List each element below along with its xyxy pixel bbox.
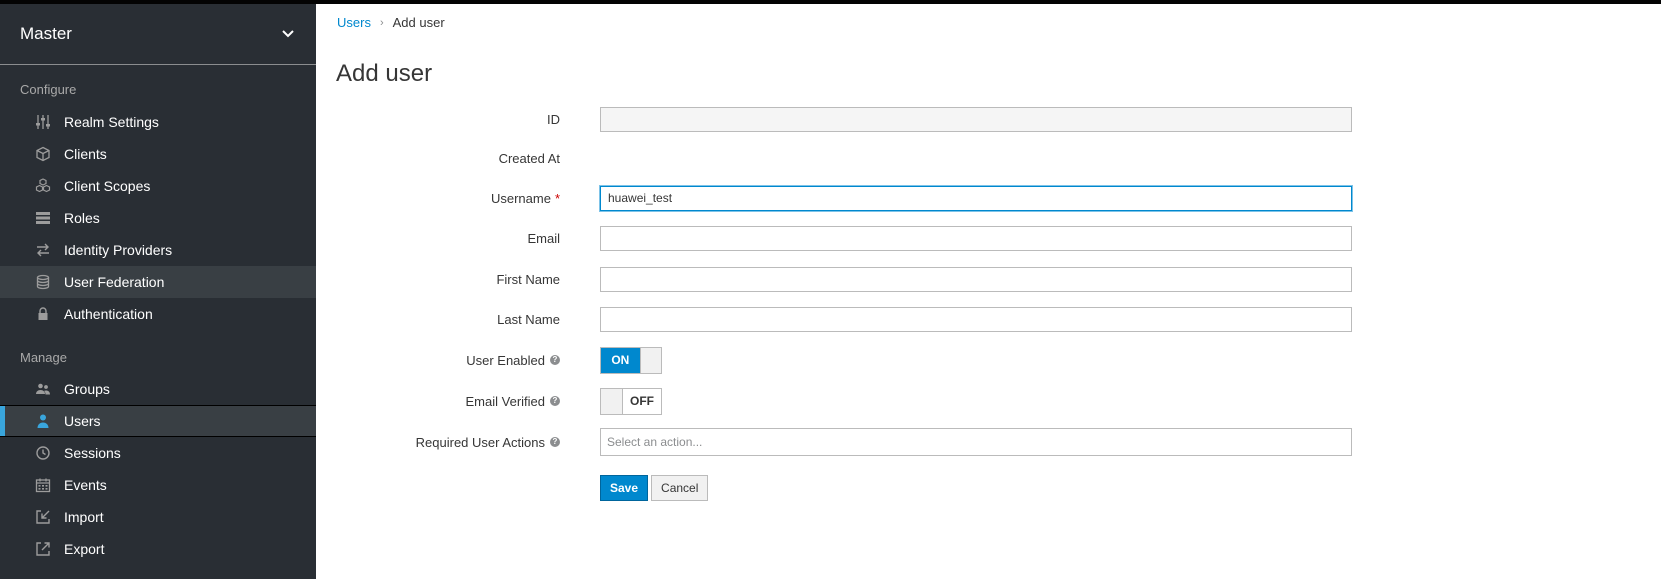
breadcrumb: Users › Add user bbox=[337, 15, 445, 30]
sidebar-item-label: Identity Providers bbox=[64, 242, 173, 258]
required-actions-select[interactable]: Select an action... bbox=[600, 428, 1352, 456]
row-required-actions: Required User Actions? Select an action.… bbox=[316, 427, 1661, 457]
user-enabled-label-text: User Enabled bbox=[466, 352, 545, 368]
id-label: ID bbox=[316, 112, 560, 127]
first-name-label-text: First Name bbox=[496, 271, 560, 287]
list-icon bbox=[34, 210, 52, 226]
database-icon bbox=[34, 274, 52, 290]
chevron-down-icon bbox=[280, 26, 296, 42]
required-asterisk: * bbox=[554, 190, 560, 206]
help-icon[interactable]: ? bbox=[550, 437, 560, 447]
cube-icon bbox=[34, 146, 52, 162]
select-placeholder: Select an action... bbox=[607, 435, 703, 449]
email-label-text: Email bbox=[527, 230, 560, 246]
toggle-on-label: ON bbox=[601, 347, 640, 373]
sidebar-item-label: Import bbox=[64, 509, 104, 525]
created-at-label-text: Created At bbox=[498, 150, 560, 166]
cancel-button[interactable]: Cancel bbox=[651, 475, 709, 501]
sidebar-item-label: User Federation bbox=[64, 274, 165, 290]
sidebar-item-label: Client Scopes bbox=[64, 178, 151, 194]
import-icon bbox=[34, 509, 52, 525]
email-input[interactable] bbox=[600, 225, 1352, 251]
sidebar-item-groups[interactable]: Groups bbox=[0, 373, 316, 405]
sidebar-item-realm-settings[interactable]: Realm Settings bbox=[0, 106, 316, 138]
sidebar-item-user-federation[interactable]: User Federation bbox=[0, 266, 316, 298]
export-icon bbox=[34, 541, 52, 557]
sidebar-item-users[interactable]: Users bbox=[0, 405, 316, 437]
breadcrumb-separator-icon: › bbox=[379, 16, 384, 29]
sidebar-item-label: Users bbox=[64, 413, 101, 429]
sidebar-item-label: Clients bbox=[64, 146, 107, 162]
sidebar-item-label: Export bbox=[64, 541, 105, 557]
row-id: ID bbox=[316, 104, 1661, 134]
email-verified-label-text: Email Verified bbox=[465, 393, 545, 409]
last-name-label-text: Last Name bbox=[497, 311, 560, 327]
last-name-input[interactable] bbox=[600, 306, 1352, 332]
row-username: Username * bbox=[316, 183, 1661, 213]
required-actions-label-text: Required User Actions bbox=[415, 434, 545, 450]
sidebar-item-authentication[interactable]: Authentication bbox=[0, 298, 316, 330]
toggle-knob bbox=[639, 347, 661, 373]
sidebar-item-import[interactable]: Import bbox=[0, 501, 316, 533]
sidebar-item-identity-providers[interactable]: Identity Providers bbox=[0, 234, 316, 266]
row-actions: Save Cancel bbox=[316, 473, 1661, 503]
first-name-input[interactable] bbox=[600, 266, 1352, 292]
form-buttons: Save Cancel bbox=[600, 475, 709, 501]
required-actions-label: Required User Actions? bbox=[316, 435, 560, 450]
username-label-text: Username bbox=[490, 190, 551, 206]
sidebar-item-label: Authentication bbox=[64, 306, 153, 322]
sidebar-item-roles[interactable]: Roles bbox=[0, 202, 316, 234]
section-manage: Manage bbox=[20, 350, 67, 365]
sidebar-item-label: Groups bbox=[64, 381, 110, 397]
sidebar-item-label: Events bbox=[64, 477, 107, 493]
sidebar-item-client-scopes[interactable]: Client Scopes bbox=[0, 170, 316, 202]
row-email-verified: Email Verified? OFF bbox=[316, 386, 1661, 416]
email-label: Email bbox=[316, 231, 560, 246]
first-name-label: First Name bbox=[316, 272, 560, 287]
page-title: Add user bbox=[336, 60, 433, 87]
sidebar-item-sessions[interactable]: Sessions bbox=[0, 437, 316, 469]
user-icon bbox=[34, 413, 52, 429]
main-content: Users › Add user Add user ID Created At … bbox=[316, 4, 1661, 579]
user-enabled-toggle[interactable]: ON bbox=[600, 346, 662, 374]
id-label-text: ID bbox=[547, 111, 560, 127]
sidebar-item-label: Realm Settings bbox=[64, 114, 159, 130]
realm-selector[interactable]: Master bbox=[0, 4, 316, 65]
section-configure: Configure bbox=[20, 82, 77, 97]
row-created-at: Created At bbox=[316, 143, 1661, 173]
exchange-icon bbox=[34, 242, 52, 258]
realm-name: Master bbox=[20, 24, 72, 43]
calendar-icon bbox=[34, 477, 52, 493]
username-label: Username * bbox=[316, 191, 560, 206]
clock-icon bbox=[34, 445, 52, 461]
breadcrumb-users-link[interactable]: Users bbox=[337, 15, 371, 30]
sidebar-item-export[interactable]: Export bbox=[0, 533, 316, 565]
sliders-icon bbox=[34, 114, 52, 130]
users-icon bbox=[34, 381, 52, 397]
breadcrumb-current: Add user bbox=[392, 15, 445, 30]
last-name-label: Last Name bbox=[316, 312, 560, 327]
sidebar-item-clients[interactable]: Clients bbox=[0, 138, 316, 170]
created-at-label: Created At bbox=[316, 151, 560, 166]
username-input[interactable] bbox=[600, 185, 1352, 211]
row-last-name: Last Name bbox=[316, 304, 1661, 334]
sidebar: Master Configure Realm Settings Clients … bbox=[0, 4, 316, 579]
user-enabled-label: User Enabled? bbox=[316, 353, 560, 368]
lock-icon bbox=[34, 306, 52, 322]
email-verified-label: Email Verified? bbox=[316, 394, 560, 409]
email-verified-toggle[interactable]: OFF bbox=[600, 387, 662, 415]
sidebar-item-label: Sessions bbox=[64, 445, 121, 461]
save-button[interactable]: Save bbox=[600, 475, 649, 501]
toggle-knob bbox=[601, 388, 623, 414]
row-first-name: First Name bbox=[316, 264, 1661, 294]
toggle-off-label: OFF bbox=[630, 394, 654, 408]
sidebar-item-label: Roles bbox=[64, 210, 100, 226]
help-icon[interactable]: ? bbox=[550, 355, 560, 365]
id-field bbox=[600, 106, 1352, 132]
row-email: Email bbox=[316, 223, 1661, 253]
help-icon[interactable]: ? bbox=[550, 396, 560, 406]
cubes-icon bbox=[34, 178, 52, 194]
sidebar-item-events[interactable]: Events bbox=[0, 469, 316, 501]
row-user-enabled: User Enabled? ON bbox=[316, 345, 1661, 375]
